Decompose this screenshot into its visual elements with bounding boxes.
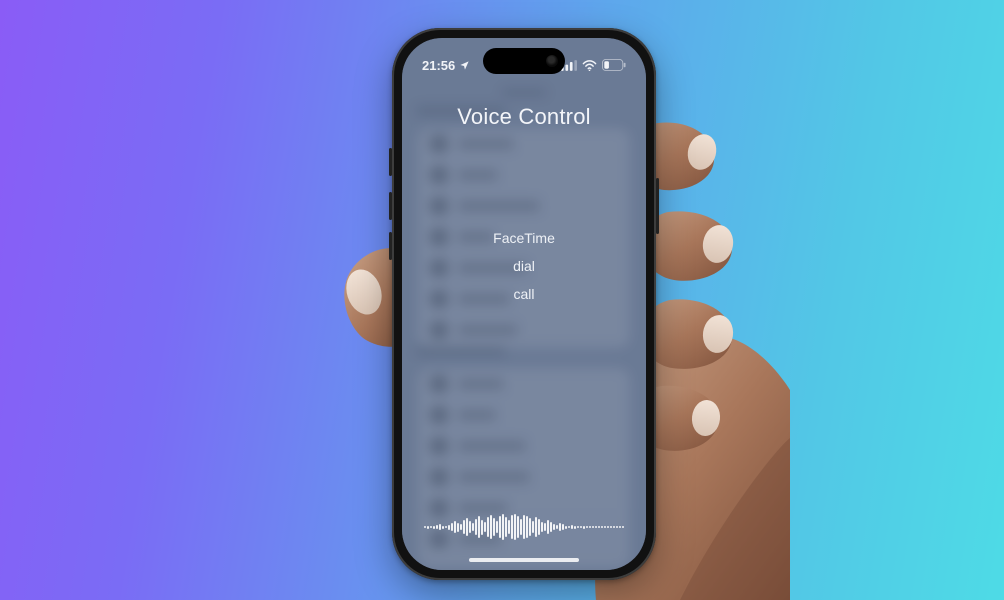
location-arrow-icon xyxy=(459,60,470,71)
voice-hint: call xyxy=(513,286,534,302)
voice-hint: dial xyxy=(513,258,535,274)
scene-root: 21:56 xyxy=(0,0,1004,600)
status-time: 21:56 xyxy=(422,58,455,73)
phone-screen[interactable]: 21:56 xyxy=(402,38,646,570)
home-indicator[interactable] xyxy=(469,558,579,562)
status-right xyxy=(561,59,626,71)
voice-waveform xyxy=(402,512,646,542)
voice-hint: FaceTime xyxy=(493,230,555,246)
status-left: 21:56 xyxy=(422,58,470,73)
voice-control-hints: FaceTime dial call xyxy=(493,230,555,302)
wifi-icon xyxy=(582,60,597,71)
battery-icon xyxy=(602,59,626,71)
voice-control-title: Voice Control xyxy=(457,104,590,130)
phone-device: 21:56 xyxy=(392,28,656,580)
dynamic-island xyxy=(483,48,565,74)
voice-control-overlay: Voice Control FaceTime dial call xyxy=(402,38,646,570)
